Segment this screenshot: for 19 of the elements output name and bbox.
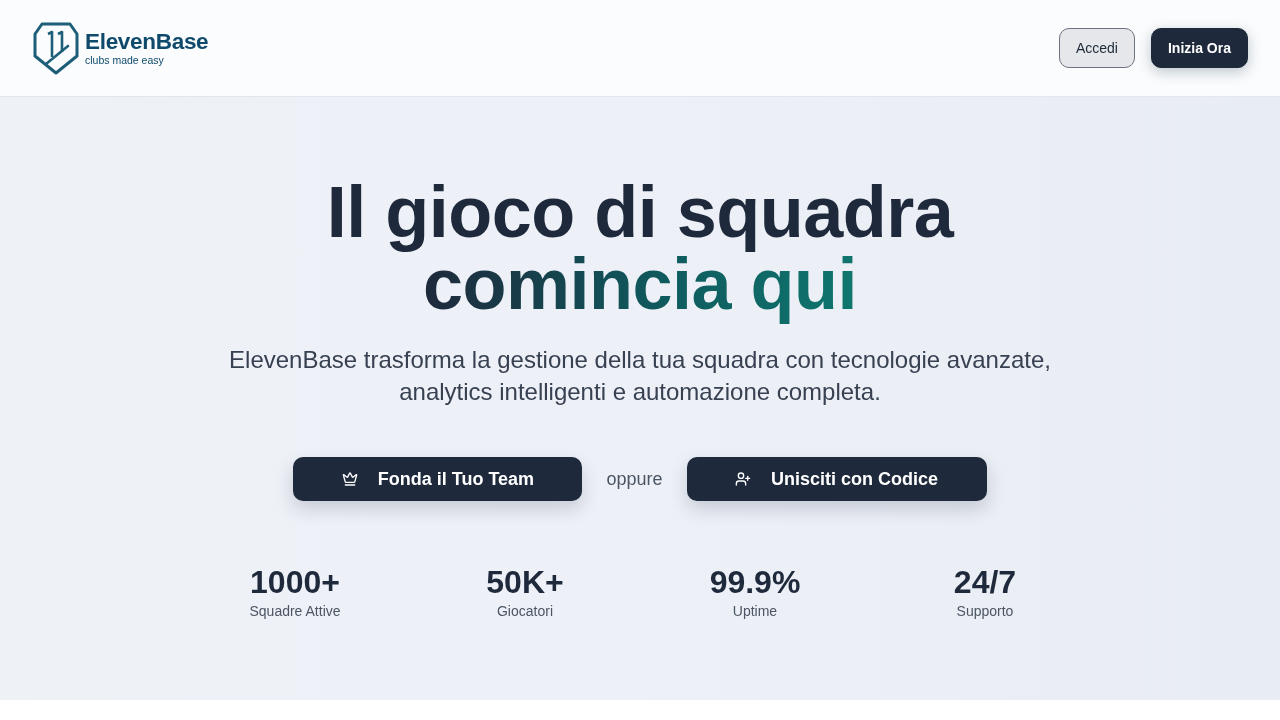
stat-value: 1000+ [250, 563, 340, 601]
brand-name: ElevenBase [85, 30, 209, 54]
get-started-button[interactable]: Inizia Ora [1150, 28, 1248, 68]
stat-value: 24/7 [953, 563, 1017, 601]
login-button[interactable]: Accedi [1058, 28, 1135, 68]
user-plus-icon [735, 471, 751, 487]
shield-logo-icon [33, 21, 79, 75]
stat-label: Supporto [956, 602, 1014, 621]
create-team-button[interactable]: Fonda il Tuo Team [293, 457, 583, 501]
join-with-code-button[interactable]: Unisciti con Codice [686, 457, 987, 501]
crown-icon [341, 471, 358, 487]
separator-text: oppure [606, 468, 663, 490]
stat-value: 50K+ [486, 563, 564, 601]
stat-value: 99.9% [709, 563, 801, 601]
brand-tagline: clubs made easy [85, 54, 165, 66]
stat-label: Giocatori [497, 602, 553, 621]
hero-subtitle: ElevenBase trasforma la gestione della tua squadra con tecnologie avanzate, analytics intelligenti e automazione completa. [228, 345, 1052, 407]
stat-label: Uptime [732, 602, 778, 621]
stat-label: Squadre Attive [249, 602, 341, 621]
